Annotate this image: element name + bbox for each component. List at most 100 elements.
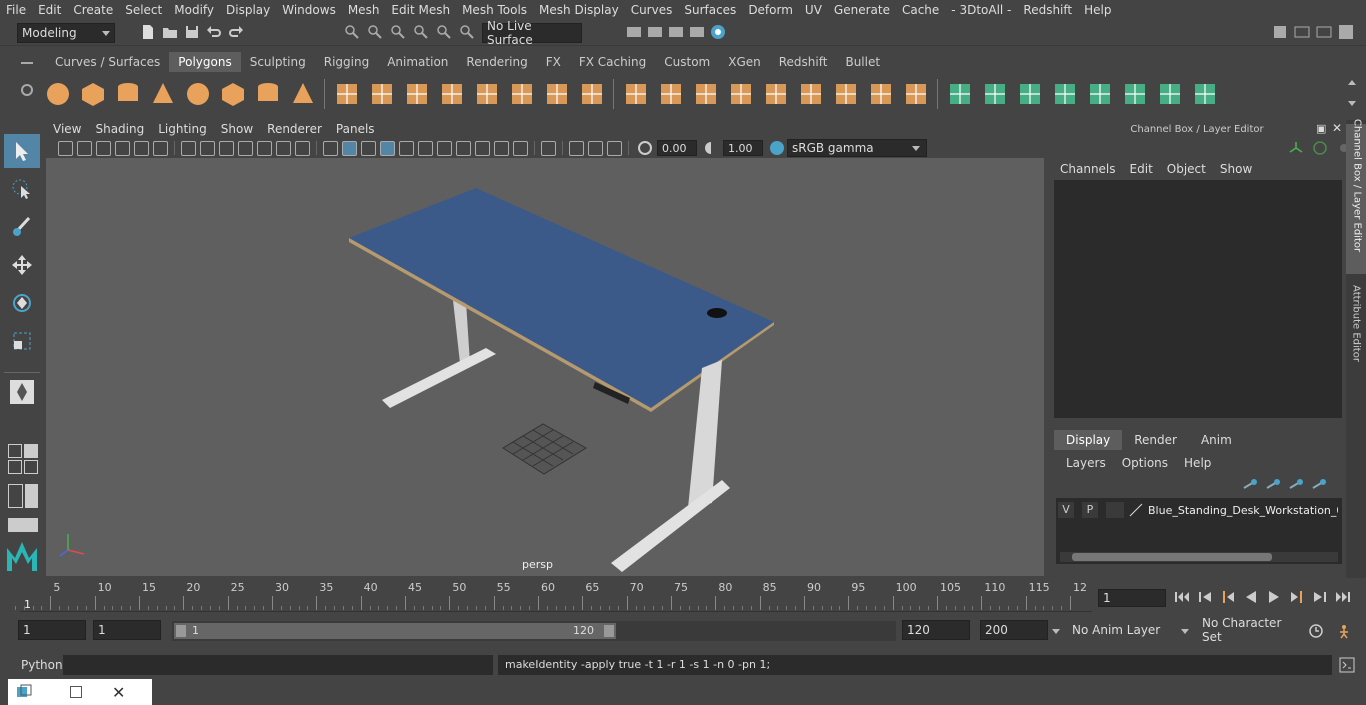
hypershade-icon[interactable] bbox=[710, 24, 726, 40]
command-input[interactable] bbox=[63, 655, 493, 675]
shelf-separate-button[interactable] bbox=[368, 80, 396, 108]
menu-redshift[interactable]: Redshift bbox=[1017, 3, 1078, 17]
shelf-bevel2-button[interactable] bbox=[762, 80, 790, 108]
shelf-extrude-button[interactable] bbox=[657, 80, 685, 108]
shelf-uv-button[interactable] bbox=[578, 80, 606, 108]
range-handle-left[interactable] bbox=[176, 625, 186, 637]
layer-visibility-toggle[interactable]: V bbox=[1058, 502, 1074, 518]
channel-menu-edit[interactable]: Edit bbox=[1124, 162, 1159, 176]
ipr-render-icon[interactable] bbox=[668, 24, 684, 40]
layer-color-swatch[interactable] bbox=[1106, 502, 1124, 518]
render-current-icon[interactable] bbox=[647, 24, 663, 40]
menu-surfaces[interactable]: Surfaces bbox=[678, 3, 742, 17]
viewport-menu-view[interactable]: View bbox=[46, 122, 88, 136]
layer-menu-options[interactable]: Options bbox=[1116, 456, 1174, 470]
shelf-layout-button[interactable] bbox=[1156, 80, 1184, 108]
smooth-shade-icon[interactable] bbox=[342, 140, 357, 156]
script-editor-icon[interactable] bbox=[1339, 657, 1355, 673]
rotate-tool[interactable] bbox=[4, 286, 40, 320]
shelf-target-button[interactable] bbox=[867, 80, 895, 108]
safe-title-icon[interactable] bbox=[295, 140, 310, 156]
menu-display[interactable]: Display bbox=[220, 3, 276, 17]
menu-windows[interactable]: Windows bbox=[276, 3, 342, 17]
menu-mesh[interactable]: Mesh bbox=[342, 3, 386, 17]
shelf-mirror-button[interactable] bbox=[543, 80, 571, 108]
timeline-track[interactable]: 5 10 15 20 25 30 35 40 45 50 55 60 65 70 75 80 85 90 95 100… bbox=[14, 581, 1092, 612]
tab-animation[interactable]: Animation bbox=[378, 52, 457, 72]
range-slider[interactable]: 1 120 bbox=[172, 621, 896, 641]
exposure-field[interactable]: 0.00 bbox=[657, 140, 697, 156]
grid-icon[interactable] bbox=[181, 140, 196, 156]
chevron-down-icon[interactable] bbox=[1052, 629, 1060, 634]
move-tool[interactable] bbox=[4, 248, 40, 282]
menu-deform[interactable]: Deform bbox=[742, 3, 799, 17]
layer-row[interactable]: V P Blue_Standing_Desk_Workstation_00 bbox=[1058, 502, 1340, 518]
safe-action-icon[interactable] bbox=[276, 140, 291, 156]
pane-icon[interactable] bbox=[24, 460, 38, 474]
tab-display[interactable]: Display bbox=[1054, 430, 1123, 450]
menu-select[interactable]: Select bbox=[119, 3, 168, 17]
maximize-icon[interactable] bbox=[70, 686, 82, 698]
xray-active-icon[interactable] bbox=[588, 140, 603, 156]
menu-create[interactable]: Create bbox=[67, 3, 119, 17]
shelf-cylindrical-button[interactable] bbox=[1016, 80, 1044, 108]
multisample-icon[interactable] bbox=[494, 140, 509, 156]
step-forward-key-icon[interactable] bbox=[1289, 589, 1305, 605]
menu-file[interactable]: File bbox=[0, 3, 32, 17]
playback-start-field[interactable]: 1 bbox=[93, 620, 161, 640]
layer-scrollbar[interactable] bbox=[1060, 552, 1338, 562]
shelf-spherical-button[interactable] bbox=[1051, 80, 1079, 108]
end-frame-field[interactable]: 200 bbox=[980, 620, 1048, 640]
range-slider-handle[interactable]: 1 120 bbox=[174, 623, 616, 639]
shelf-plane-button[interactable] bbox=[184, 80, 212, 108]
render-settings-icon[interactable] bbox=[689, 24, 705, 40]
shelf-menu-icon[interactable] bbox=[21, 62, 33, 64]
2d-pan-icon[interactable] bbox=[134, 140, 149, 156]
bookmark-icon[interactable] bbox=[96, 140, 111, 156]
tab-attribute-editor-label[interactable]: Attribute Editor bbox=[1351, 274, 1362, 374]
menu-3dtoall[interactable]: - 3DtoAll - bbox=[945, 3, 1017, 17]
shelf-grid-button[interactable] bbox=[508, 80, 536, 108]
layer-name[interactable]: Blue_Standing_Desk_Workstation_00 bbox=[1148, 504, 1338, 517]
film-gate-icon[interactable] bbox=[200, 140, 215, 156]
layer-down-icon[interactable] bbox=[1265, 476, 1281, 492]
float-icon[interactable]: ▣ bbox=[1316, 122, 1326, 135]
close-icon[interactable]: ✕ bbox=[112, 683, 125, 702]
viewport-menu-renderer[interactable]: Renderer bbox=[260, 122, 329, 136]
circle-icon[interactable] bbox=[1312, 140, 1328, 156]
select-highlight-icon[interactable] bbox=[569, 140, 584, 156]
wireframe-on-shaded-icon[interactable] bbox=[361, 140, 376, 156]
texture-icon[interactable] bbox=[607, 140, 622, 156]
outliner-layout[interactable] bbox=[8, 484, 38, 508]
colorspace-select[interactable]: sRGB gamma bbox=[787, 139, 927, 157]
time-slider[interactable]: 5 10 15 20 25 30 35 40 45 50 55 60 65 70 75 80 85 90 95 100… bbox=[0, 580, 1366, 614]
anim-layer-select[interactable]: No Anim Layer bbox=[1068, 620, 1174, 640]
menu-help[interactable]: Help bbox=[1078, 3, 1117, 17]
menu-edit-mesh[interactable]: Edit Mesh bbox=[385, 3, 456, 17]
tab-fx-caching[interactable]: FX Caching bbox=[570, 52, 655, 72]
tab-polygons[interactable]: Polygons bbox=[169, 52, 241, 72]
tab-fx[interactable]: FX bbox=[537, 52, 570, 72]
shelf-torus-button[interactable] bbox=[219, 80, 247, 108]
viewport-persp[interactable]: persp bbox=[46, 158, 1044, 576]
color-management-icon[interactable] bbox=[769, 140, 785, 156]
shelf-multicut-button[interactable] bbox=[622, 80, 650, 108]
close-icon[interactable]: ✕ bbox=[1332, 121, 1342, 135]
paint-select-tool[interactable] bbox=[4, 210, 40, 244]
playback-end-field[interactable]: 120 bbox=[902, 620, 970, 640]
tab-render[interactable]: Render bbox=[1122, 430, 1189, 450]
image-plane-icon[interactable] bbox=[115, 140, 130, 156]
live-surface-field[interactable]: No Live Surface bbox=[482, 19, 582, 47]
field-chart-icon[interactable] bbox=[257, 140, 272, 156]
shelf-cylinder-button[interactable] bbox=[114, 80, 142, 108]
shelf-planar-button[interactable] bbox=[981, 80, 1009, 108]
soft-select-tool[interactable] bbox=[4, 377, 40, 407]
depth-of-field-icon[interactable] bbox=[513, 140, 528, 156]
workspace-icon[interactable] bbox=[1272, 24, 1288, 40]
shelf-fill-button[interactable] bbox=[797, 80, 825, 108]
channel-box-toggle-icon[interactable] bbox=[1338, 24, 1354, 40]
layout-quick-buttons[interactable] bbox=[8, 444, 38, 474]
grease-pencil-icon[interactable] bbox=[153, 140, 168, 156]
tab-curves-surfaces[interactable]: Curves / Surfaces bbox=[46, 52, 169, 72]
tab-rendering[interactable]: Rendering bbox=[457, 52, 536, 72]
